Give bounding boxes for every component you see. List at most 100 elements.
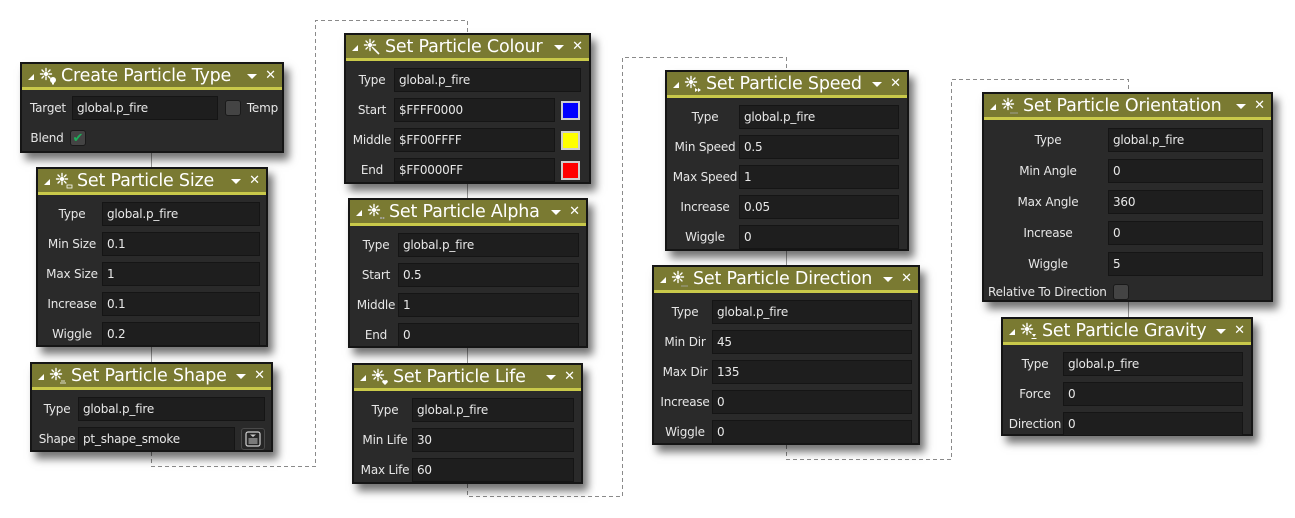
param-label: Wiggle <box>685 230 725 244</box>
chevron-down-icon[interactable] <box>231 179 242 184</box>
node-set-particle-speed[interactable]: Set Particle Speed ✕ Type global.p_fire M… <box>665 70 909 251</box>
min-life-field[interactable]: 30 <box>412 428 574 452</box>
target-field[interactable]: global.p_fire <box>71 96 218 120</box>
node-set-particle-size[interactable]: Set Particle Size ✕ Type global.p_fire Mi… <box>36 167 268 347</box>
wiggle-field[interactable]: 0 <box>739 225 899 249</box>
collapse-icon[interactable] <box>352 44 358 51</box>
type-field[interactable]: global.p_fire <box>1063 352 1243 376</box>
collapse-icon[interactable] <box>360 374 366 381</box>
middle-colour-field[interactable]: $FF00FFFF <box>394 128 555 152</box>
close-icon[interactable]: ✕ <box>890 77 901 90</box>
shape-list-button[interactable] <box>241 428 265 450</box>
node-header[interactable]: Set Particle Size ✕ <box>38 169 266 195</box>
collapse-icon[interactable] <box>1009 328 1015 335</box>
node-header[interactable]: Set Particle Gravity ✕ <box>1003 319 1251 345</box>
end-alpha-field[interactable]: 0 <box>398 323 579 347</box>
max-angle-field[interactable]: 360 <box>1108 189 1263 214</box>
max-dir-field[interactable]: 135 <box>712 360 912 384</box>
node-header[interactable]: Set Particle Orientation ✕ <box>984 94 1271 120</box>
wiggle-field[interactable]: 5 <box>1108 251 1263 276</box>
close-icon[interactable]: ✕ <box>564 370 575 383</box>
middle-alpha-field[interactable]: 1 <box>398 293 579 317</box>
node-set-particle-colour[interactable]: Set Particle Colour ✕ Type global.p_fire … <box>344 33 591 184</box>
wiggle-field[interactable]: 0 <box>712 420 912 444</box>
start-alpha-field[interactable]: 0.5 <box>398 263 579 287</box>
chevron-down-icon[interactable] <box>872 82 883 87</box>
start-colour-field[interactable]: $FFFF0000 <box>394 98 555 122</box>
chevron-down-icon[interactable] <box>1216 329 1227 334</box>
close-icon[interactable]: ✕ <box>1234 324 1245 337</box>
wiggle-field[interactable]: 0.2 <box>102 322 260 346</box>
type-field[interactable]: global.p_fire <box>412 398 574 422</box>
end-colour-swatch[interactable] <box>561 160 580 180</box>
end-colour-field[interactable]: $FF0000FF <box>394 158 555 182</box>
increase-field[interactable]: 0.1 <box>102 292 260 316</box>
type-field[interactable]: global.p_fire <box>78 397 265 421</box>
increase-field[interactable]: 0 <box>1108 220 1263 245</box>
node-header[interactable]: Set Particle Shape ✕ <box>32 364 271 390</box>
min-size-field[interactable]: 0.1 <box>102 232 260 256</box>
node-create-particle-type[interactable]: Create Particle Type ✕ Target global.p_f… <box>20 62 284 153</box>
close-icon[interactable]: ✕ <box>569 205 580 218</box>
chevron-down-icon[interactable] <box>546 375 557 380</box>
node-set-particle-gravity[interactable]: Set Particle Gravity ✕ Type global.p_fire… <box>1001 317 1253 436</box>
chevron-down-icon[interactable] <box>247 74 258 79</box>
type-field[interactable]: global.p_fire <box>1108 127 1263 152</box>
max-size-field[interactable]: 1 <box>102 262 260 286</box>
node-set-particle-life[interactable]: Set Particle Life ✕ Type global.p_fire Mi… <box>352 363 583 484</box>
close-icon[interactable]: ✕ <box>572 40 583 53</box>
collapse-icon[interactable] <box>990 103 996 110</box>
type-field[interactable]: global.p_fire <box>394 68 581 92</box>
relative-to-direction-checkbox[interactable] <box>1112 284 1129 300</box>
middle-colour-swatch[interactable] <box>561 130 580 150</box>
param-row: Type global.p_fire <box>658 297 912 327</box>
direction-field[interactable]: 0 <box>1063 412 1243 436</box>
collapse-icon[interactable] <box>673 81 679 88</box>
increase-field[interactable]: 0 <box>712 390 912 414</box>
type-field[interactable]: global.p_fire <box>102 202 260 226</box>
type-field[interactable]: global.p_fire <box>398 233 579 257</box>
param-row: Wiggle 0 <box>671 222 901 252</box>
node-header[interactable]: Set Particle Life ✕ <box>354 365 581 391</box>
param-label: Increase <box>47 297 97 311</box>
increase-field[interactable]: 0.05 <box>739 195 899 219</box>
collapse-icon[interactable] <box>28 73 34 80</box>
min-speed-field[interactable]: 0.5 <box>739 135 899 159</box>
node-set-particle-direction[interactable]: Set Particle Direction ✕ Type global.p_fi… <box>652 265 920 445</box>
node-header[interactable]: Set Particle Colour ✕ <box>346 35 589 61</box>
node-set-particle-alpha[interactable]: Set Particle Alpha ✕ Type global.p_fire S… <box>348 198 588 348</box>
collapse-icon[interactable] <box>356 209 362 216</box>
temp-checkbox[interactable] <box>224 100 241 116</box>
close-icon[interactable]: ✕ <box>901 272 912 285</box>
max-speed-field[interactable]: 1 <box>739 165 899 189</box>
type-field[interactable]: global.p_fire <box>712 300 912 324</box>
collapse-icon[interactable] <box>660 276 666 283</box>
node-header[interactable]: Set Particle Speed ✕ <box>667 72 907 98</box>
min-dir-field[interactable]: 45 <box>712 330 912 354</box>
node-header[interactable]: Create Particle Type ✕ <box>22 64 282 90</box>
type-field[interactable]: global.p_fire <box>739 105 899 129</box>
node-set-particle-orientation[interactable]: Set Particle Orientation ✕ Type global.p_… <box>982 92 1273 302</box>
chevron-down-icon[interactable] <box>883 277 894 282</box>
node-title: Set Particle Direction <box>693 268 873 289</box>
node-header[interactable]: Set Particle Alpha ✕ <box>350 200 586 226</box>
close-icon[interactable]: ✕ <box>254 369 265 382</box>
collapse-icon[interactable] <box>44 178 50 185</box>
shape-field[interactable]: pt_shape_smoke <box>78 427 235 451</box>
max-life-field[interactable]: 60 <box>412 458 574 482</box>
force-field[interactable]: 0 <box>1063 382 1243 406</box>
chevron-down-icon[interactable] <box>236 374 247 379</box>
param-row: Type global.p_fire <box>350 65 583 95</box>
chevron-down-icon[interactable] <box>554 45 565 50</box>
chevron-down-icon[interactable] <box>551 210 562 215</box>
close-icon[interactable]: ✕ <box>1254 99 1265 112</box>
blend-checkbox[interactable]: ✔ <box>70 130 86 146</box>
close-icon[interactable]: ✕ <box>265 69 276 82</box>
start-colour-swatch[interactable] <box>561 100 580 120</box>
node-header[interactable]: Set Particle Direction ✕ <box>654 267 918 293</box>
node-set-particle-shape[interactable]: Set Particle Shape ✕ Type global.p_fire S… <box>30 362 273 452</box>
chevron-down-icon[interactable] <box>1236 104 1247 109</box>
close-icon[interactable]: ✕ <box>249 174 260 187</box>
collapse-icon[interactable] <box>38 373 44 380</box>
min-angle-field[interactable]: 0 <box>1108 158 1263 183</box>
